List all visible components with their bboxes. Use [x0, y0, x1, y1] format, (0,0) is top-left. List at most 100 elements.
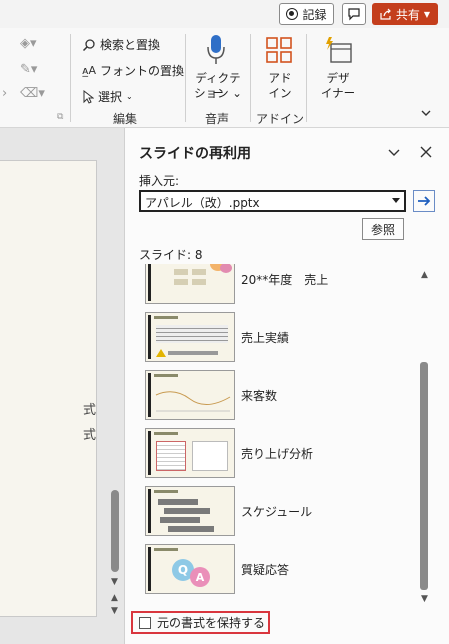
slide-title: 売り上げ分析: [241, 447, 314, 461]
thumb-decor: [156, 325, 228, 343]
thumb-decor: [168, 351, 218, 355]
keep-source-formatting[interactable]: 元の書式を保持する: [131, 611, 270, 634]
slide-list: 20**年度 売上 売上実績 来客数 売り上げ分析 スケジュール Q A 質疑応…: [125, 264, 425, 604]
open-file-button[interactable]: [413, 190, 435, 212]
designer-button[interactable]: デザ イナー: [314, 32, 362, 106]
source-file-field[interactable]: アパレル（改）.pptx: [139, 190, 406, 212]
microphone-icon: [207, 35, 225, 64]
slide-thumbnail: [145, 312, 235, 362]
share-label: 共有: [395, 7, 420, 22]
slide-text-1: 式: [83, 403, 97, 418]
pane-scroll-down-icon[interactable]: ▼: [421, 594, 428, 604]
select-button[interactable]: 選択 ⌄: [82, 88, 133, 105]
title-bar: 記録 共有 ▼: [0, 0, 449, 28]
thumb-decor: [160, 517, 200, 523]
pane-scroll-up-icon[interactable]: ▲: [421, 270, 428, 280]
reuse-slides-pane: スライドの再利用 挿入元: アパレル（改）.pptx 参照 スライド: 8 20…: [124, 128, 449, 644]
shape-effects-icon[interactable]: ›: [2, 86, 7, 101]
insert-from-label: 挿入元:: [139, 174, 180, 188]
record-icon: [286, 8, 299, 20]
addins-label-1: アド: [268, 71, 292, 85]
comment-icon: [348, 8, 360, 21]
thumb-decor: [220, 264, 232, 273]
ribbon: ◈▾ ✎▾ › ⌫▾ ⧉ 検索と置換 ᴀ̲A フォントの置換 選択 ⌄ 編集 デ…: [0, 28, 449, 128]
thumb-decor: [148, 264, 151, 301]
list-item[interactable]: スケジュール: [145, 486, 425, 536]
thumb-decor: [154, 316, 178, 319]
prev-slide-icon[interactable]: ▲: [111, 593, 118, 603]
collapse-ribbon-icon[interactable]: [419, 106, 433, 120]
thumb-decor: [154, 490, 178, 493]
list-item[interactable]: 来客数: [145, 370, 425, 420]
thumb-decor: [164, 508, 210, 514]
dialog-launcher-icon[interactable]: ⧉: [57, 112, 63, 122]
slide-thumbnail: [145, 370, 235, 420]
slide-thumbnail: Q A: [145, 544, 235, 594]
slide-thumbnail: [145, 486, 235, 536]
thumb-decor: [174, 279, 188, 285]
thumb-decor: [148, 315, 151, 359]
slide-count: スライド: 8: [139, 248, 203, 262]
scroll-down-arrow-icon[interactable]: ▼: [111, 577, 118, 587]
slide-title: スケジュール: [241, 505, 313, 519]
addins-button[interactable]: アド イン: [258, 32, 302, 106]
thumb-decor: [192, 269, 206, 275]
font-replace-label: フォントの置換: [100, 64, 185, 78]
thumb-decor: A: [190, 567, 210, 587]
chevron-down-icon: ⌄: [126, 92, 133, 101]
comments-button[interactable]: [342, 3, 366, 25]
main-scroll-thumb[interactable]: [111, 490, 119, 572]
designer-label-1: デザ: [326, 71, 350, 85]
thumb-decor: [192, 279, 206, 285]
thumb-decor: [156, 349, 166, 357]
designer-icon: [326, 37, 352, 63]
thumb-decor: [156, 441, 186, 471]
browse-button[interactable]: 参照: [362, 218, 404, 240]
pane-options-icon[interactable]: [386, 144, 402, 160]
addins-icon: [266, 37, 292, 63]
outline-color-icon[interactable]: ✎▾: [20, 62, 37, 77]
find-replace-label: 検索と置換: [100, 38, 161, 52]
slide-title: 売上実績: [241, 331, 290, 345]
pane-title: スライドの再利用: [139, 146, 251, 162]
slide-thumbnail: [145, 264, 235, 304]
list-item[interactable]: 20**年度 売上: [145, 264, 425, 304]
share-icon: [380, 8, 391, 20]
dictate-label-2: ション ⌄: [194, 86, 242, 100]
designer-label-2: イナー: [320, 86, 356, 100]
cursor-icon: [83, 89, 94, 104]
slide-title: 来客数: [241, 389, 278, 403]
search-icon: [82, 38, 95, 51]
slide-text-2: 式: [83, 428, 97, 443]
slide-title: 20**年度 売上: [241, 273, 329, 287]
list-item[interactable]: Q A 質疑応答: [145, 544, 425, 594]
thumb-decor: [148, 489, 151, 533]
slide-title: 質疑応答: [241, 563, 290, 577]
font-replace-button[interactable]: ᴀ̲A フォントの置換: [82, 62, 184, 79]
ribbon-separator: [185, 34, 186, 122]
thumb-decor: [154, 374, 178, 377]
fill-color-icon[interactable]: ◈▾: [20, 36, 37, 51]
share-button[interactable]: 共有 ▼: [372, 3, 438, 25]
thumb-decor: [155, 391, 231, 412]
ribbon-separator: [250, 34, 251, 122]
current-slide[interactable]: [0, 160, 97, 617]
eraser-icon[interactable]: ⌫▾: [20, 86, 45, 101]
dictate-button[interactable]: ディクテー ション ⌄: [190, 32, 242, 106]
record-button[interactable]: 記録: [279, 3, 334, 25]
pane-scroll-thumb[interactable]: [420, 362, 428, 590]
slide-thumbnail: [145, 428, 235, 478]
source-file-value: アパレル（改）.pptx: [145, 196, 260, 210]
list-item[interactable]: 売り上げ分析: [145, 428, 425, 478]
arrow-right-icon: [418, 196, 431, 206]
list-item[interactable]: 売上実績: [145, 312, 425, 362]
next-slide-icon[interactable]: ▼: [111, 606, 118, 616]
thumb-decor: [154, 548, 178, 551]
record-label: 記録: [302, 7, 327, 22]
keep-formatting-checkbox[interactable]: [139, 616, 151, 629]
ribbon-separator: [306, 34, 307, 122]
close-icon[interactable]: [418, 144, 434, 160]
find-replace-button[interactable]: 検索と置換: [82, 36, 160, 53]
voice-group-label: 音声: [204, 112, 229, 126]
dropdown-arrow-icon[interactable]: [392, 198, 400, 203]
